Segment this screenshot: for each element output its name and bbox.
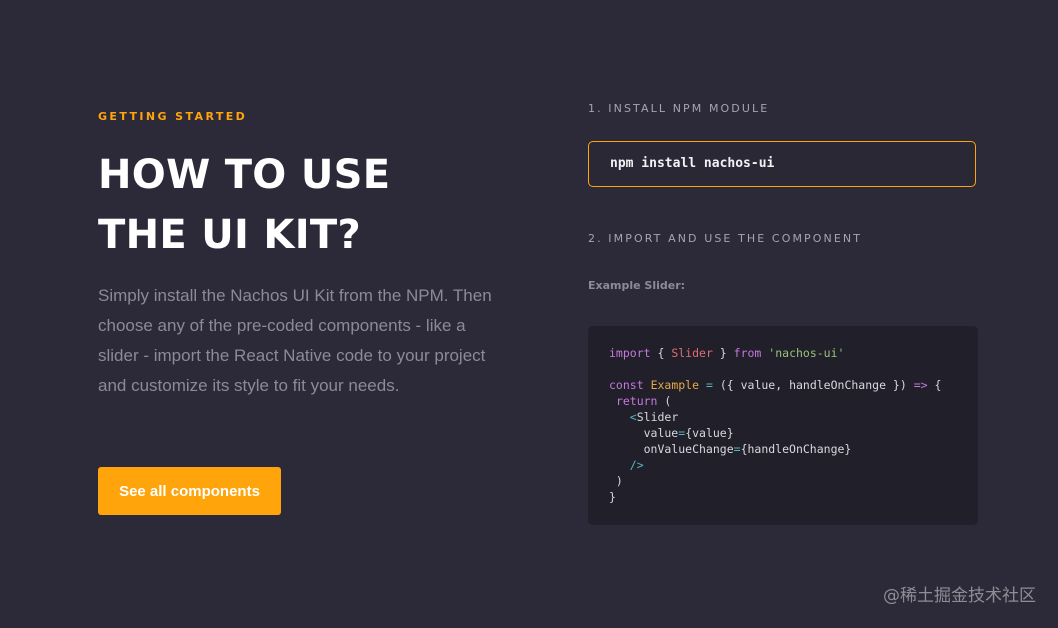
- code-token: import: [609, 346, 651, 360]
- hero-section: GETTING STARTED HOW TO USE THE UI KIT? S…: [98, 109, 518, 401]
- code-token: return: [615, 394, 658, 408]
- code-token: =: [733, 442, 741, 456]
- code-token: 'nachos-ui': [768, 346, 845, 360]
- example-label: Example Slider:: [588, 279, 686, 292]
- watermark: @稀土掘金技术社区: [883, 586, 1036, 606]
- lead-paragraph: Simply install the Nachos UI Kit from th…: [98, 286, 492, 395]
- code-token: }: [609, 490, 616, 504]
- code-block[interactable]: import { Slider } from 'nachos-ui' const …: [588, 326, 978, 525]
- code-line: const Example = ({ value, handleOnChange…: [609, 377, 978, 393]
- code-line: value={value}: [609, 425, 978, 441]
- install-command[interactable]: npm install nachos-ui: [610, 155, 774, 173]
- code-token: {handleOnChange}: [740, 442, 852, 456]
- code-token: from: [733, 346, 762, 360]
- code-token: onValueChange: [609, 442, 734, 456]
- code-token: ({ value, handleOnChange }): [712, 378, 914, 392]
- see-all-components-button[interactable]: See all components: [98, 467, 281, 515]
- code-token: ): [609, 474, 623, 488]
- section-eyebrow: GETTING STARTED: [98, 110, 248, 123]
- code-token: />: [629, 458, 644, 472]
- code-token: =>: [913, 378, 928, 392]
- code-line: onValueChange={handleOnChange}: [609, 441, 978, 457]
- code-line: <Slider: [609, 409, 978, 425]
- page-title-line-1: HOW TO USE: [98, 152, 391, 198]
- step-2-label: 2. IMPORT AND USE THE COMPONENT: [588, 232, 863, 245]
- code-token: Example: [650, 378, 700, 392]
- code-token: =: [705, 378, 713, 392]
- code-token: <: [629, 410, 637, 424]
- code-line: ): [609, 473, 978, 489]
- code-token: (: [657, 394, 672, 408]
- code-line: }: [609, 489, 978, 505]
- code-token: }: [712, 346, 734, 360]
- code-token: Slider: [671, 346, 713, 360]
- install-command-box[interactable]: npm install nachos-ui: [588, 141, 976, 187]
- code-token: {: [650, 346, 672, 360]
- code-token: {value}: [685, 426, 734, 440]
- code-line: return (: [609, 393, 978, 409]
- page-title-line-2: THE UI KIT?: [98, 212, 361, 258]
- code-token: const: [609, 378, 644, 392]
- code-token: {: [927, 378, 942, 392]
- step-1-label: 1. INSTALL NPM MODULE: [588, 102, 770, 115]
- page-title: HOW TO USE THE UI KIT?: [98, 145, 518, 265]
- code-token: Slider: [636, 410, 679, 424]
- code-line: import { Slider } from 'nachos-ui': [609, 345, 978, 361]
- code-token: value: [609, 426, 679, 440]
- code-line: />: [609, 457, 978, 473]
